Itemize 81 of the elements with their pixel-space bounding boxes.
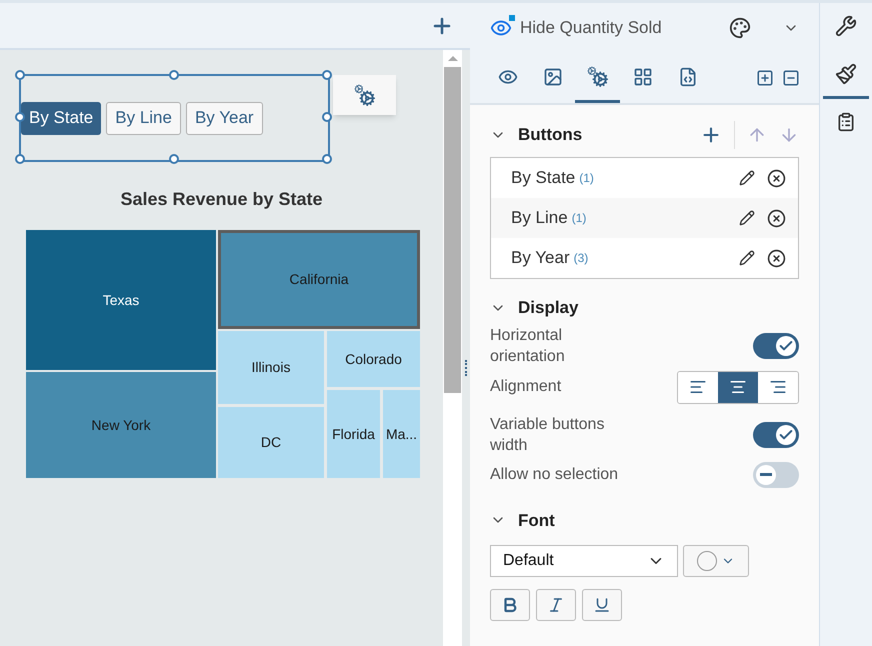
alignment-button[interactable]	[758, 372, 798, 402]
resize-handle[interactable]	[15, 70, 25, 80]
remove-button[interactable]	[767, 208, 786, 228]
bold-button[interactable]	[490, 589, 530, 621]
italic-button[interactable]	[536, 589, 576, 621]
resize-handle[interactable]	[15, 154, 25, 164]
splitter-handle[interactable]	[465, 360, 467, 376]
item-count: (1)	[579, 170, 594, 187]
layout-icon	[632, 66, 652, 86]
item-count: (3)	[574, 250, 588, 267]
align-right-icon	[769, 378, 787, 396]
segment-button[interactable]: By Year	[186, 102, 263, 134]
treemap-tile[interactable]: DC	[218, 407, 324, 478]
treemap-tile[interactable]: Illinois	[218, 331, 324, 404]
item-label: By Year	[511, 247, 570, 270]
image-icon	[542, 66, 562, 86]
section-title: Buttons	[518, 124, 582, 146]
italic-icon	[547, 596, 565, 614]
pencil-icon	[739, 210, 755, 226]
option-label: Variable buttons width	[490, 414, 606, 456]
toggle-switch[interactable]	[753, 332, 799, 358]
palette-button[interactable]	[729, 17, 751, 39]
treemap-tile[interactable]: Florida	[327, 390, 380, 478]
underline-button[interactable]	[582, 589, 622, 621]
option-label: Allow no selection	[490, 464, 618, 484]
collapse-icon	[782, 69, 800, 87]
treemap-tile[interactable]: Texas	[26, 230, 216, 370]
segment-button[interactable]: By Line	[106, 102, 181, 134]
align-center-icon	[729, 378, 747, 396]
treemap-tile[interactable]: Colorado	[327, 331, 420, 387]
segment-button[interactable]: By State	[21, 102, 102, 134]
item-label: By Line	[511, 207, 568, 230]
expand-icon	[756, 69, 774, 87]
remove-button[interactable]	[767, 248, 786, 268]
close-icon	[767, 168, 786, 188]
edit-button[interactable]	[739, 170, 755, 186]
pencil-icon	[739, 170, 755, 186]
gears-icon	[586, 66, 608, 88]
font-dropdown[interactable]: Default	[490, 545, 678, 577]
toggle-switch[interactable]	[753, 422, 799, 448]
color-swatch	[697, 551, 717, 571]
underline-icon	[593, 596, 611, 614]
settings-button[interactable]	[333, 75, 396, 115]
status-badge	[509, 15, 515, 21]
tools-icon	[835, 14, 857, 36]
chart-title: Sales Revenue by State	[120, 188, 323, 211]
section-title: Font	[518, 510, 555, 532]
color-picker[interactable]	[683, 545, 749, 577]
resize-handle[interactable]	[15, 112, 25, 122]
minus-icon	[760, 473, 772, 476]
treemap-tile[interactable]: Ma...	[383, 390, 420, 478]
resize-handle[interactable]	[168, 70, 178, 80]
option-label: Horizontal orientation	[490, 326, 566, 366]
edit-button[interactable]	[739, 210, 755, 226]
code-icon	[678, 66, 698, 86]
list-item[interactable]: By Line (1)	[491, 198, 798, 238]
item-count: (1)	[572, 210, 586, 227]
option-label: Alignment	[490, 377, 562, 397]
resize-handle[interactable]	[322, 154, 332, 164]
toggle-switch[interactable]	[753, 462, 799, 488]
palette-icon	[729, 17, 751, 39]
clipboard-icon	[836, 112, 856, 132]
resize-handle[interactable]	[168, 154, 178, 164]
edit-button[interactable]	[739, 250, 755, 266]
item-label: By State	[511, 167, 576, 190]
alignment-button[interactable]	[678, 372, 718, 402]
resize-handle[interactable]	[322, 112, 332, 122]
treemap-tile[interactable]: California	[218, 230, 420, 329]
section-title: Display	[518, 297, 578, 319]
panel-title: Hide Quantity Sold	[520, 17, 663, 40]
brush-icon	[835, 62, 857, 84]
settings-icon	[354, 84, 376, 106]
close-icon	[767, 248, 786, 268]
close-icon	[767, 208, 786, 228]
treemap-tile[interactable]: New York	[26, 372, 216, 478]
remove-button[interactable]	[767, 168, 786, 188]
pencil-icon	[739, 250, 755, 266]
scrollbar-thumb[interactable]	[444, 67, 461, 393]
resize-handle[interactable]	[322, 70, 332, 80]
alignment-button[interactable]	[718, 372, 758, 402]
align-left-icon	[689, 378, 707, 396]
